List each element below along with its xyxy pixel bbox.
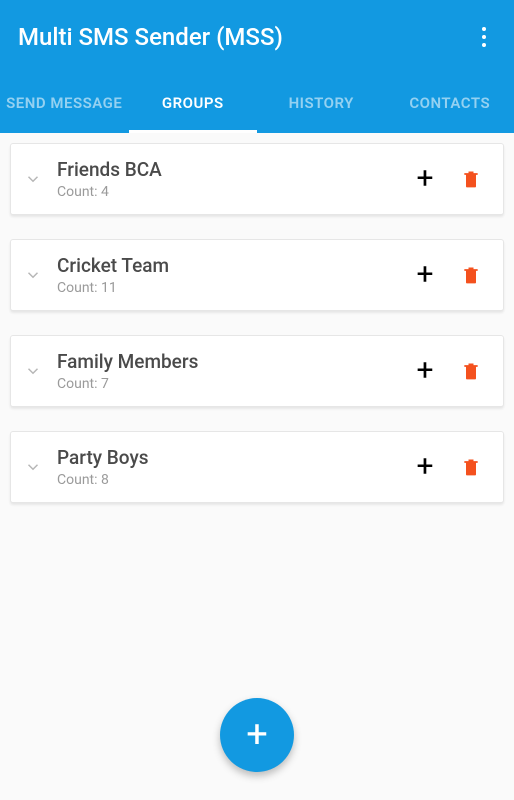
chevron-down-icon[interactable] xyxy=(19,170,47,188)
chevron-down-icon[interactable] xyxy=(19,362,47,380)
trash-icon[interactable] xyxy=(453,167,489,191)
group-card: Cricket Team Count: 11 + xyxy=(10,239,504,311)
groups-list: Friends BCA Count: 4 + Cricket Team Coun… xyxy=(0,133,514,503)
tab-contacts[interactable]: CONTACTS xyxy=(386,73,514,133)
group-name: Friends BCA xyxy=(57,158,397,181)
tab-bar: SEND MESSAGE GROUPS HISTORY CONTACTS xyxy=(0,73,514,133)
more-menu-icon[interactable] xyxy=(472,25,496,49)
trash-icon[interactable] xyxy=(453,263,489,287)
group-info: Cricket Team Count: 11 xyxy=(57,254,397,296)
group-card: Family Members Count: 7 + xyxy=(10,335,504,407)
trash-icon[interactable] xyxy=(453,455,489,479)
app-header: Multi SMS Sender (MSS) xyxy=(0,0,514,73)
group-count: Count: 8 xyxy=(57,472,397,488)
group-count: Count: 7 xyxy=(57,376,397,392)
plus-icon: + xyxy=(246,713,268,757)
tab-history[interactable]: HISTORY xyxy=(257,73,386,133)
trash-icon[interactable] xyxy=(453,359,489,383)
add-member-icon[interactable]: + xyxy=(407,356,443,386)
tab-send-message[interactable]: SEND MESSAGE xyxy=(0,73,129,133)
add-member-icon[interactable]: + xyxy=(407,164,443,194)
app-title: Multi SMS Sender (MSS) xyxy=(18,23,283,51)
add-member-icon[interactable]: + xyxy=(407,260,443,290)
chevron-down-icon[interactable] xyxy=(19,266,47,284)
group-count: Count: 4 xyxy=(57,184,397,200)
group-name: Cricket Team xyxy=(57,254,397,277)
add-group-fab[interactable]: + xyxy=(220,698,294,772)
add-member-icon[interactable]: + xyxy=(407,452,443,482)
group-info: Friends BCA Count: 4 xyxy=(57,158,397,200)
group-name: Family Members xyxy=(57,350,397,373)
chevron-down-icon[interactable] xyxy=(19,458,47,476)
group-card: Party Boys Count: 8 + xyxy=(10,431,504,503)
group-info: Family Members Count: 7 xyxy=(57,350,397,392)
tab-groups[interactable]: GROUPS xyxy=(129,73,258,133)
group-name: Party Boys xyxy=(57,446,397,469)
group-count: Count: 11 xyxy=(57,280,397,296)
group-card: Friends BCA Count: 4 + xyxy=(10,143,504,215)
group-info: Party Boys Count: 8 xyxy=(57,446,397,488)
